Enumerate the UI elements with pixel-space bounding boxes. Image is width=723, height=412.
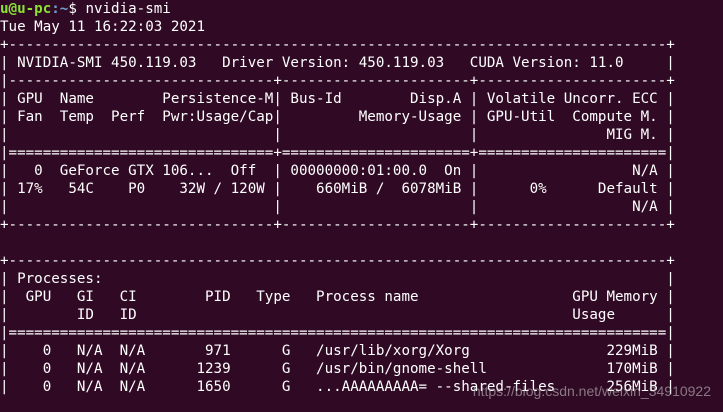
table-double-rule: |=======================================… [0, 325, 675, 341]
process-header-2: | ID ID Usage | [0, 307, 675, 323]
process-row: | 0 N/A N/A 971 G /usr/lib/xorg/Xorg 229… [0, 343, 675, 359]
shell-prompt-line: u@u-pc:~$ nvidia-smi [0, 0, 171, 18]
command-text: nvidia-smi [85, 1, 171, 17]
table-divider: |-------------------------------+-------… [0, 73, 675, 89]
table-border: +-------------------------------+-------… [0, 217, 675, 233]
gpu-header-row-3: | | | MIG M. | [0, 127, 675, 143]
gpu-row-3: | | | N/A | [0, 199, 675, 215]
version-line: | NVIDIA-SMI 450.119.03 Driver Version: … [0, 55, 675, 71]
table-border: +---------------------------------------… [0, 253, 675, 269]
gpu-header-row-1: | GPU Name Persistence-M| Bus-Id Disp.A … [0, 91, 675, 107]
processes-title: | Processes: | [0, 271, 675, 287]
process-row: | 0 N/A N/A 1239 G /usr/bin/gnome-shell … [0, 361, 675, 377]
process-header-1: | GPU GI CI PID Type Process name GPU Me… [0, 289, 675, 305]
gpu-row-1: | 0 GeForce GTX 106... Off | 00000000:01… [0, 163, 675, 179]
prompt-dollar: $ [68, 1, 86, 17]
table-border: +---------------------------------------… [0, 37, 675, 53]
user-host: u@u-pc [0, 1, 52, 17]
terminal-window[interactable]: u@u-pc:~$ nvidia-smi Tue May 11 16:22:03… [0, 0, 723, 412]
gpu-row-2: | 17% 54C P0 32W / 120W | 660MiB / 6078M… [0, 181, 675, 197]
cwd-path: :~ [51, 1, 69, 17]
gpu-header-row-2: | Fan Temp Perf Pwr:Usage/Cap| Memory-Us… [0, 109, 675, 125]
table-double-rule: |===============================+=======… [0, 145, 675, 161]
timestamp-line: Tue May 11 16:22:03 2021 [0, 19, 205, 35]
watermark-text: https://blog.csdn.net/weixin_34910922 [472, 383, 711, 399]
